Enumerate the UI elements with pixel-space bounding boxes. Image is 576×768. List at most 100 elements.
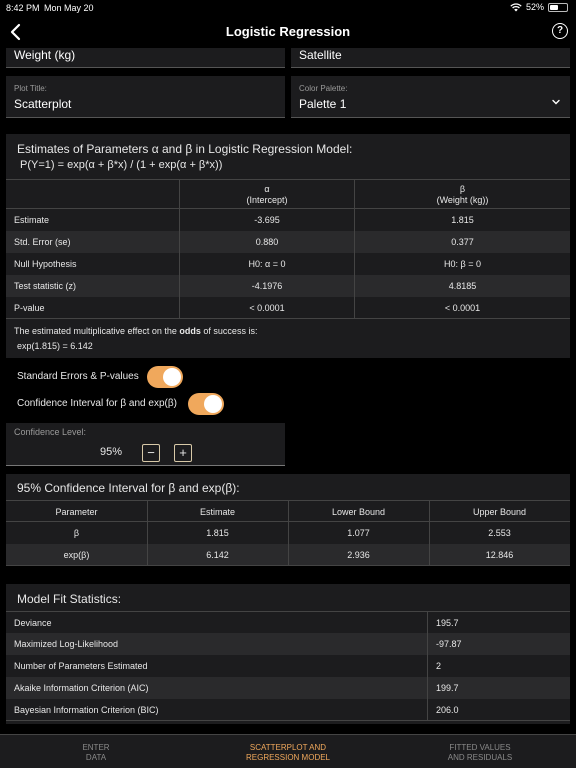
model-formula: P(Y=1) = exp(α + β*x) / (1 + exp(α + β*x… [20,159,223,171]
column-divider [429,522,430,544]
tab-label-line2: REGRESSION MODEL [245,753,330,762]
ci-header-cell: Lower Bound [331,507,386,517]
fit-label: Bayesian Information Criterion (BIC) [14,705,159,715]
table-row: Null Hypothesis H0: α = 0 H0: β = 0 [6,253,570,275]
table-row: Std. Error (se) 0.880 0.377 [6,231,570,253]
ci-header-cell: Estimate [199,507,235,517]
alpha-cell: H0: α = 0 [248,259,286,269]
help-icon[interactable]: ? [552,23,568,39]
alpha-cell: -3.695 [254,215,280,225]
increase-confidence-button[interactable]: + [174,444,192,462]
tab-scatterplot-regression[interactable]: SCATTERPLOT AND REGRESSION MODEL [192,743,384,763]
response-variable-value: Weight (kg) [14,48,76,62]
ci-table: Parameter Estimate Lower Bound Upper Bound β… [6,500,570,566]
ci-cell: exp(β) [63,550,90,560]
status-time: 8:42 PM [6,3,40,13]
column-divider [427,699,428,721]
column-divider [427,633,428,655]
color-palette-value: Palette 1 [299,97,347,111]
column-divider [288,544,289,566]
row-label: P-value [14,303,45,313]
beta-cell: 0.377 [451,237,474,247]
plot-title-field[interactable]: Plot Title: Scatterplot [6,76,285,118]
ci-cell: 12.846 [485,550,514,560]
model-fit-panel: Model Fit Statistics: Deviance 195.7 Maxim… [6,584,570,724]
ci-panel: 95% Confidence Interval for β and exp(β)… [6,474,570,566]
plot-title-input[interactable]: Scatterplot [14,97,71,111]
table-row: Estimate -3.695 1.815 [6,209,570,231]
table-row: Akaike Information Criterion (AIC) 199.7 [6,677,570,699]
fit-label: Deviance [14,618,52,628]
chevron-down-icon [552,99,560,105]
table-row: exp(β) 6.142 2.936 12.846 [6,544,570,566]
battery-fill [550,4,559,10]
row-label: Test statistic (z) [14,281,77,291]
confidence-level-box: Confidence Level: 95% − + [6,423,285,466]
odds-value: exp(1.815) = 6.142 [17,341,93,351]
beta-cell: 4.8185 [448,281,477,291]
battery-icon [548,2,568,12]
ci-header-cell: Upper Bound [472,507,527,517]
estimates-panel: Estimates of Parameters α and β in Logis… [6,134,570,358]
fit-label: Number of Parameters Estimated [14,661,148,671]
ci-header-row: Parameter Estimate Lower Bound Upper Bound [6,500,570,523]
fit-value: -97.87 [436,639,462,649]
beta-column-header: β (Weight (kg)) [355,184,570,206]
table-row: Test statistic (z) -4.1976 4.8185 [6,275,570,297]
table-row: P-value < 0.0001 < 0.0001 [6,297,570,319]
fit-value: 195.7 [436,618,459,628]
ci-cell: 1.815 [206,528,229,538]
explanatory-variable-field[interactable]: Satellite [291,48,570,68]
column-divider [179,209,180,231]
se-pvalue-toggle[interactable] [147,366,183,388]
table-row: Deviance 195.7 [6,611,570,634]
fit-label: Maximized Log-Likelihood [14,639,119,649]
ci-toggle[interactable] [188,393,224,415]
beta-cell: < 0.0001 [444,303,481,313]
tab-label-line1: FITTED VALUES [449,743,511,752]
fit-label: Akaike Information Criterion (AIC) [14,683,149,693]
estimates-title: Estimates of Parameters α and β in Logis… [17,142,353,156]
column-divider [147,522,148,544]
estimates-table: α (Intercept) β (Weight (kg)) Estimate -3… [6,179,570,319]
fit-value: 206.0 [436,705,459,715]
ci-header-cell: Parameter [55,507,98,517]
explanatory-variable-value: Satellite [299,48,342,62]
color-palette-select[interactable]: Color Palette: Palette 1 [291,76,570,118]
page-title: Logistic Regression [225,24,351,39]
tab-fitted-values-residuals[interactable]: FITTED VALUES AND RESIDUALS [384,743,576,763]
beta-cell: H0: β = 0 [444,259,481,269]
column-divider [179,253,180,275]
odds-note: The estimated multiplicative effect on t… [14,326,257,336]
column-divider [354,275,355,297]
decrease-confidence-button[interactable]: − [142,444,160,462]
alpha-symbol: α [264,184,270,194]
toggle-row-ci: Confidence Interval for β and exp(β) [6,393,306,415]
column-divider [354,297,355,319]
table-row: Bayesian Information Criterion (BIC) 206.… [6,699,570,721]
column-divider [354,231,355,253]
toggle-label-se: Standard Errors & P-values [17,371,139,382]
ci-cell: 2.936 [347,550,370,560]
response-variable-field[interactable]: Weight (kg) [6,48,285,68]
odds-note-prefix: The estimated multiplicative effect on t… [14,326,180,336]
fit-value: 199.7 [436,683,459,693]
alpha-column-header: α (Intercept) [180,184,354,206]
tab-label-line1: ENTER [82,743,110,752]
column-divider [427,677,428,699]
ci-cell: 6.142 [206,550,229,560]
column-divider [147,501,148,523]
tab-label-line2: AND RESIDUALS [447,753,513,762]
tab-label-line2: DATA [85,753,107,762]
tab-enter-data[interactable]: ENTER DATA [0,743,192,763]
row-label: Estimate [14,215,50,225]
alpha-subtitle: (Intercept) [246,195,288,205]
model-fit-table: Deviance 195.7 Maximized Log-Likelihood -97… [6,611,570,721]
column-divider [429,544,430,566]
column-divider [354,209,355,231]
toggle-label-ci: Confidence Interval for β and exp(β) [17,398,177,409]
confidence-level-value: 95% [100,446,123,458]
plot-title-label: Plot Title: [14,84,47,93]
tab-bar: ENTER DATA SCATTERPLOT AND REGRESSION MO… [0,734,576,768]
beta-cell: 1.815 [451,215,474,225]
